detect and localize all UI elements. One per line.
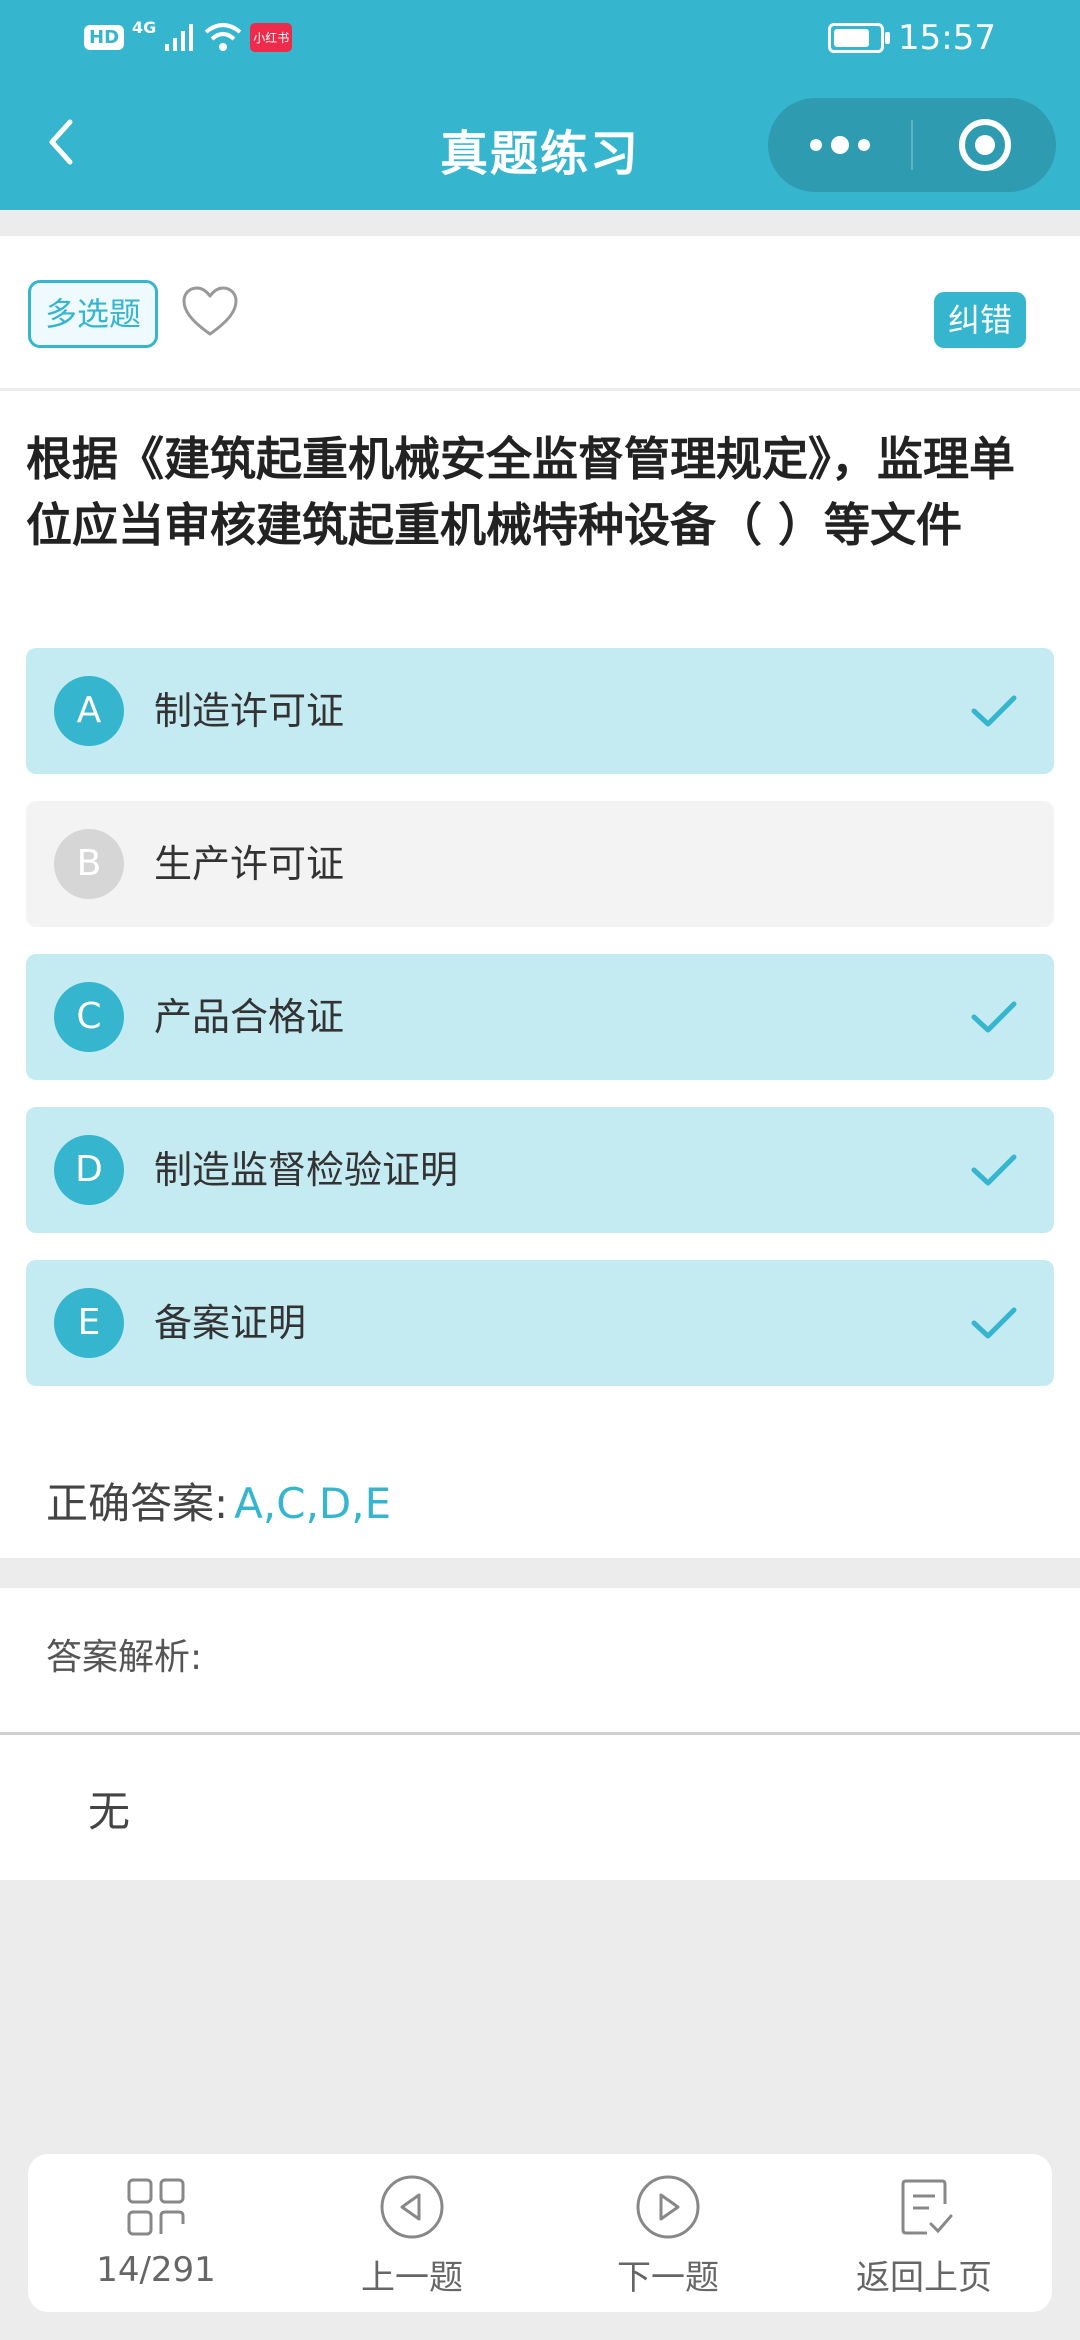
option-letter: D <box>54 1135 124 1205</box>
option-letter: E <box>54 1288 124 1358</box>
signal-icon <box>165 24 194 51</box>
header: HD 4G 小红书 15:57 真题练习 <box>0 0 1080 210</box>
option-a[interactable]: A 制造许可证 <box>26 648 1054 774</box>
option-label: 制造监督检验证明 <box>154 1148 459 1192</box>
return-label: 返回上页 <box>856 2258 992 2298</box>
status-time: 15:57 <box>898 18 996 58</box>
red-app-badge: 小红书 <box>250 22 293 52</box>
wifi-icon <box>205 23 242 51</box>
option-e[interactable]: E 备案证明 <box>26 1260 1054 1386</box>
option-letter: A <box>54 676 124 746</box>
option-label: 备案证明 <box>154 1301 307 1345</box>
check-icon <box>971 1154 1017 1186</box>
mini-program-capsule <box>768 98 1056 192</box>
play-left-circle-icon <box>380 2175 444 2239</box>
check-icon <box>971 695 1017 727</box>
question-text: 根据《建筑起重机械安全监督管理规定》，监理单位应当审核建筑起重机械特种设备（ ）… <box>26 432 1015 552</box>
divider <box>0 1732 1080 1735</box>
next-label: 下一题 <box>617 2258 719 2298</box>
status-left: HD 4G 小红书 <box>84 18 293 52</box>
status-right: 15:57 <box>828 18 996 58</box>
option-d[interactable]: D 制造监督检验证明 <box>26 1107 1054 1233</box>
next-question-button[interactable]: 下一题 <box>540 2154 796 2312</box>
check-icon <box>971 1307 1017 1339</box>
question-card: 多选题 纠错 根据《建筑起重机械安全监督管理规定》，监理单位应当审核建筑起重机械… <box>0 236 1080 1558</box>
favorite-button[interactable] <box>180 284 240 340</box>
checklist-icon <box>901 2179 953 2235</box>
grid-icon <box>127 2178 185 2236</box>
check-icon <box>971 1001 1017 1033</box>
option-letter: B <box>54 829 124 899</box>
heart-outline-icon <box>182 286 238 336</box>
question-grid-button[interactable]: 14/291 <box>28 2154 284 2312</box>
play-right-circle-icon <box>636 2175 700 2239</box>
option-label: 产品合格证 <box>154 995 345 1039</box>
divider <box>0 388 1080 391</box>
question-type-tag: 多选题 <box>28 280 159 348</box>
analysis-text: 无 <box>88 1787 131 1836</box>
correct-answer: 正确答案: A,C,D,E <box>46 1470 391 1531</box>
close-button[interactable] <box>913 98 1056 192</box>
target-circle-icon <box>959 119 1011 171</box>
battery-level <box>834 29 870 47</box>
bottom-toolbar: 14/291 上一题 下一题 返回上页 <box>28 2154 1052 2312</box>
prev-label: 上一题 <box>361 2258 463 2298</box>
status-bar: HD 4G 小红书 15:57 <box>0 0 1080 80</box>
more-dots-icon <box>810 136 870 154</box>
option-label: 制造许可证 <box>154 689 345 733</box>
progress-label: 14/291 <box>96 2250 216 2290</box>
option-label: 生产许可证 <box>154 842 345 886</box>
option-letter: C <box>54 982 124 1052</box>
prev-question-button[interactable]: 上一题 <box>284 2154 540 2312</box>
return-button[interactable]: 返回上页 <box>796 2154 1052 2312</box>
battery-icon <box>828 23 891 53</box>
answer-label: 正确答案: <box>46 1479 229 1528</box>
more-button[interactable] <box>768 98 911 192</box>
network-label: 4G <box>132 17 157 37</box>
hd-badge: HD <box>84 24 125 50</box>
answer-value: A,C,D,E <box>234 1479 392 1528</box>
option-c[interactable]: C 产品合格证 <box>26 954 1054 1080</box>
analysis-label: 答案解析: <box>46 1637 203 1678</box>
nav-bar: 真题练习 <box>0 80 1080 210</box>
report-error-button[interactable]: 纠错 <box>933 292 1026 348</box>
analysis-section: 答案解析: 无 <box>0 1588 1080 1880</box>
option-b[interactable]: B 生产许可证 <box>26 801 1054 927</box>
